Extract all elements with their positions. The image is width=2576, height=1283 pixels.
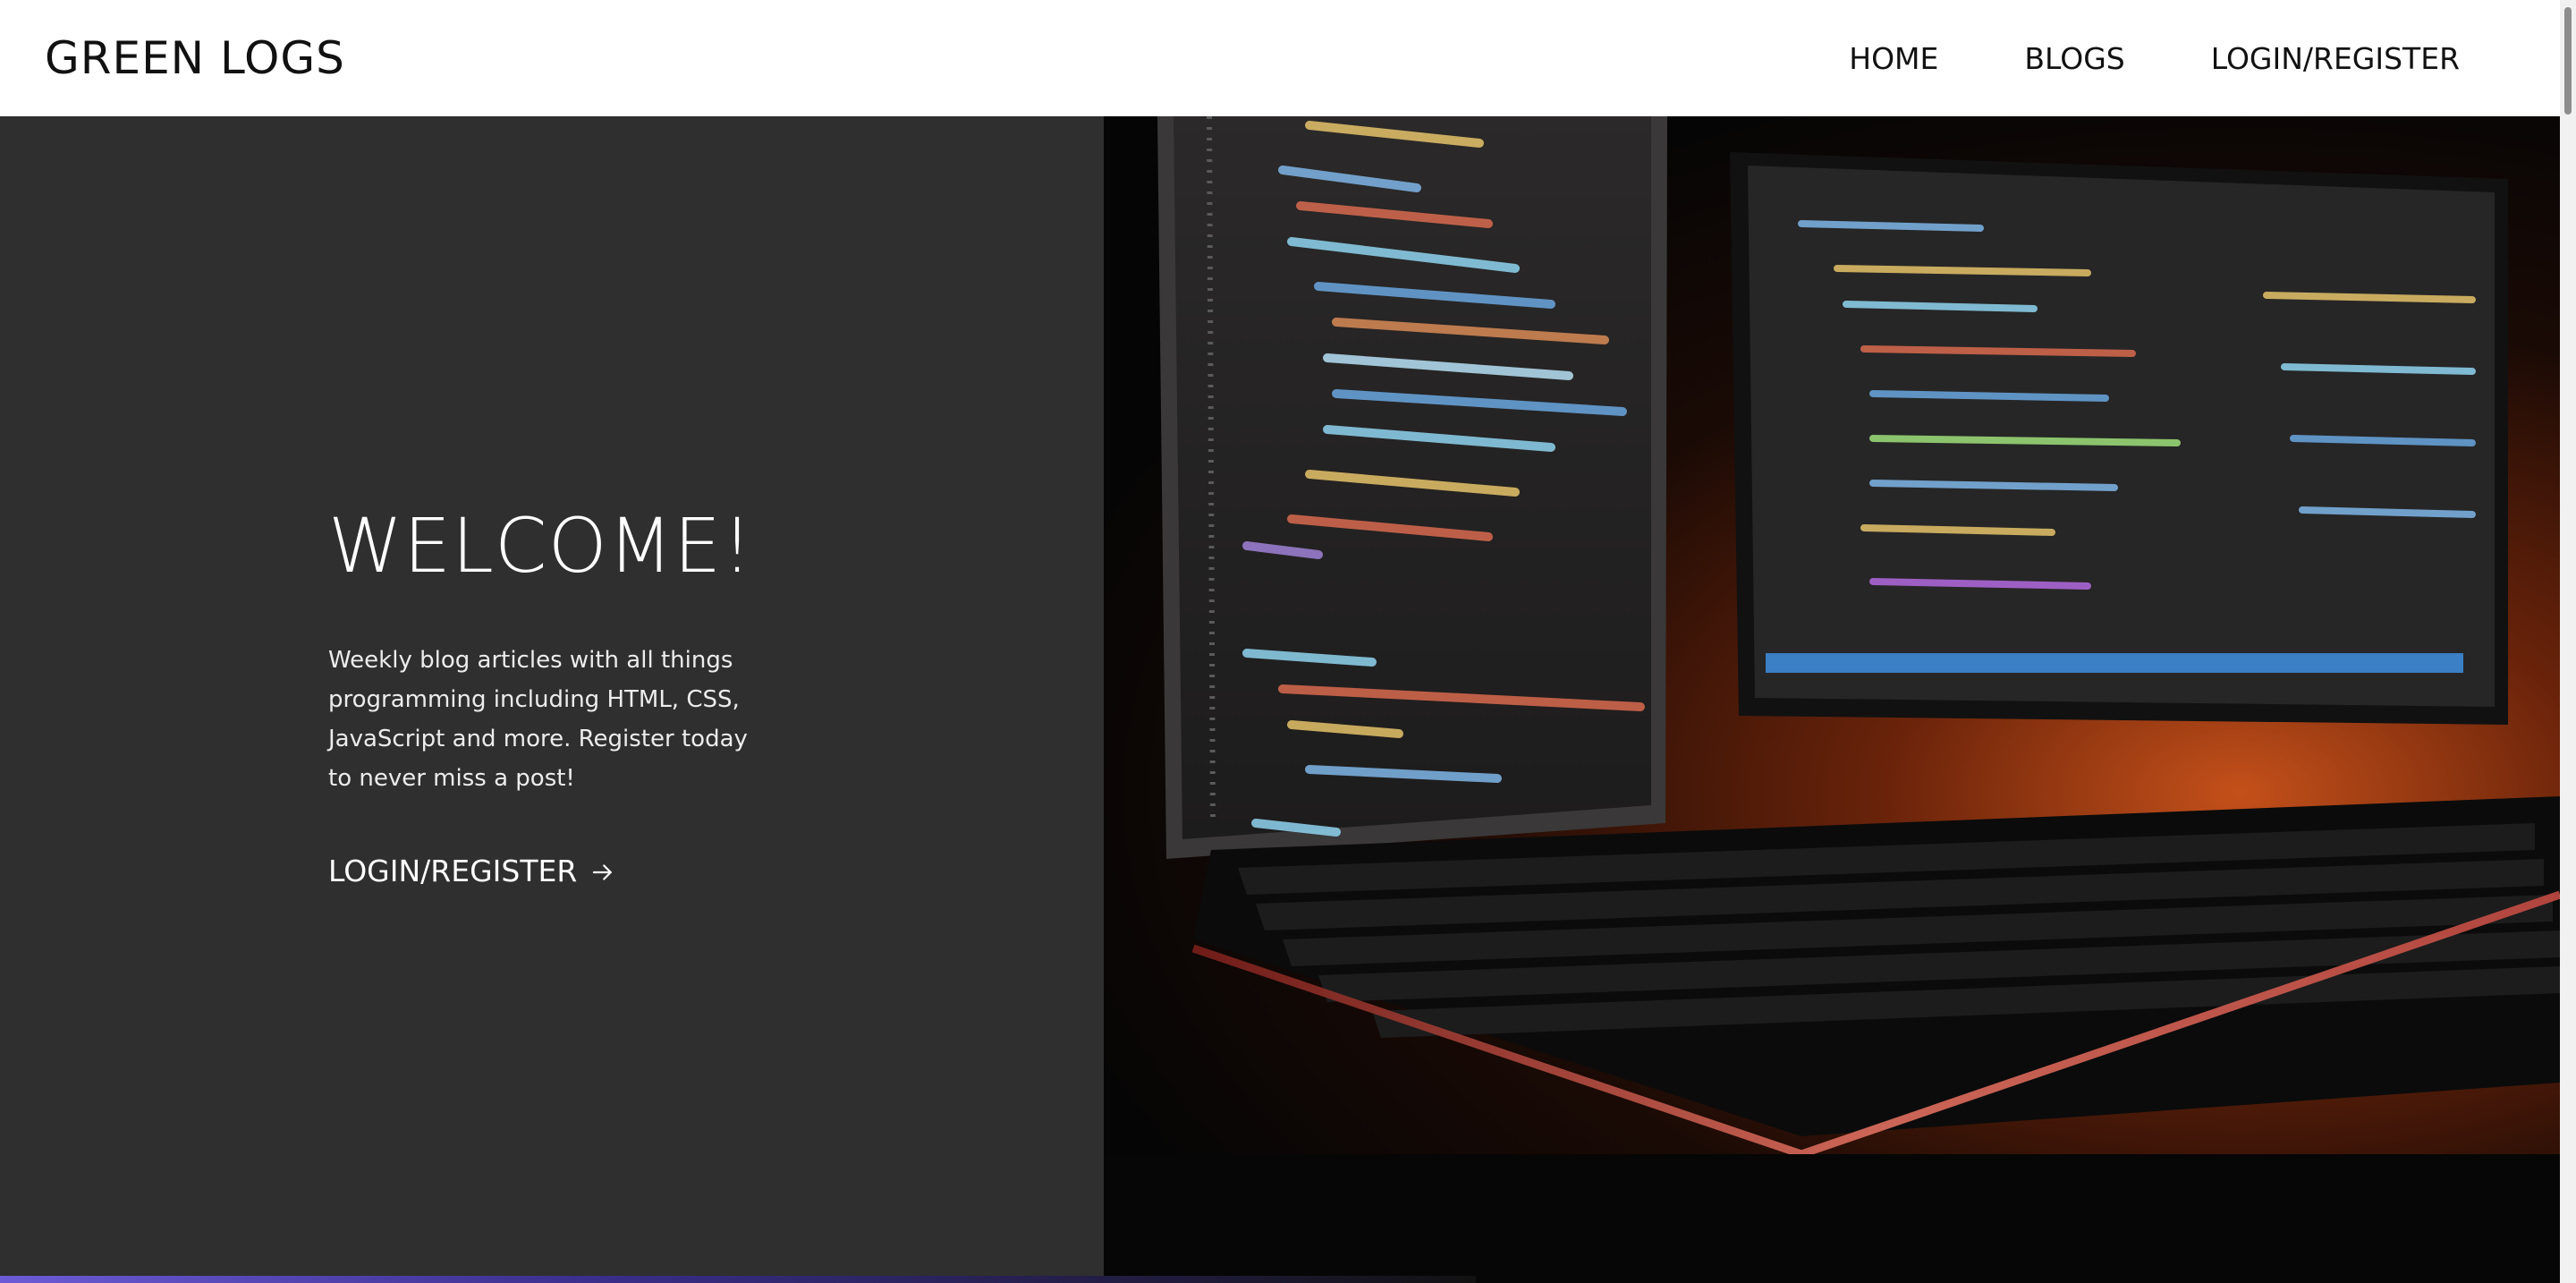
hero-photo-panel	[1104, 116, 2560, 1283]
site-header: GREEN LOGS HOME BLOGS LOGIN/REGISTER	[0, 0, 2560, 116]
arrow-right-icon	[589, 858, 616, 885]
scrollbar-thumb[interactable]	[2564, 7, 2572, 115]
nav-login-register-link[interactable]: LOGIN/REGISTER	[2211, 41, 2460, 76]
nav-home-link[interactable]: HOME	[1849, 41, 1938, 76]
hero-section: WELCOME! Weekly blog articles with all t…	[0, 116, 2560, 1283]
hero-content: WELCOME! Weekly blog articles with all t…	[328, 508, 758, 888]
hero-text-panel: WELCOME! Weekly blog articles with all t…	[0, 116, 1104, 1283]
site-logo[interactable]: GREEN LOGS	[45, 32, 345, 84]
bottom-page-edge	[0, 1276, 1476, 1283]
vertical-scrollbar[interactable]	[2560, 0, 2576, 1283]
hero-login-register-button[interactable]: LOGIN/REGISTER	[328, 854, 616, 888]
nav-blogs-link[interactable]: BLOGS	[2024, 41, 2124, 76]
page: GREEN LOGS HOME BLOGS LOGIN/REGISTER WEL…	[0, 0, 2576, 1283]
main-nav: HOME BLOGS LOGIN/REGISTER	[1763, 41, 2460, 76]
hero-description: Weekly blog articles with all things pro…	[328, 647, 748, 792]
computer-monitors-keyboard-photo	[1104, 116, 2560, 1283]
hero-cta-label: LOGIN/REGISTER	[328, 854, 578, 888]
hero-title: WELCOME!	[328, 502, 753, 590]
